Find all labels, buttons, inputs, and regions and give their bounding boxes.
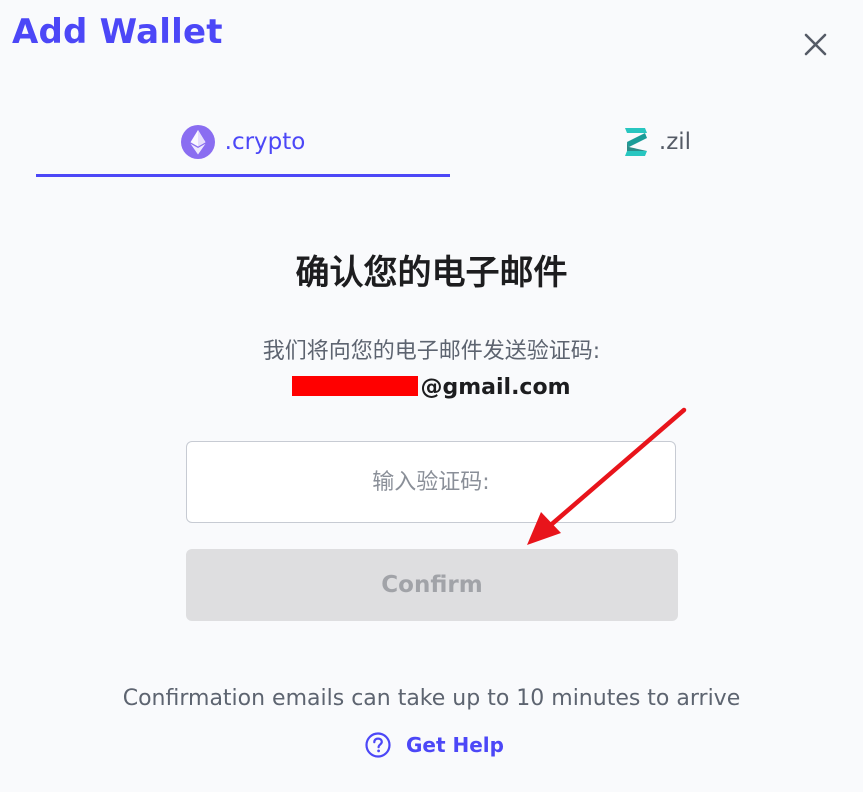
verify-email-heading: 确认您的电子邮件 xyxy=(295,253,568,293)
dialog-title: Add Wallet xyxy=(12,12,223,52)
confirmation-delay-note: Confirmation emails can take up to 10 mi… xyxy=(122,686,741,711)
verification-code-input[interactable] xyxy=(186,441,676,523)
add-wallet-dialog: Add Wallet .crypto .zil 确认您的电子邮件 我们将向您的电… xyxy=(0,0,863,792)
tab-crypto-label: .crypto xyxy=(224,129,306,155)
close-icon xyxy=(804,33,827,56)
email-redaction xyxy=(292,376,419,396)
tab-crypto[interactable]: .crypto xyxy=(36,110,450,174)
get-help-link[interactable]: Get Help xyxy=(364,728,504,762)
wallet-type-tabs: .crypto .zil xyxy=(36,110,836,178)
confirm-button[interactable]: Confirm xyxy=(186,549,678,621)
email-domain: @gmail.com xyxy=(420,375,571,400)
tab-zil-label: .zil xyxy=(658,129,692,155)
active-tab-indicator xyxy=(36,174,450,177)
close-button[interactable] xyxy=(800,28,832,60)
verify-email-subtext: 我们将向您的电子邮件发送验证码: xyxy=(262,339,601,364)
tab-zil[interactable]: .zil xyxy=(450,110,863,174)
zilliqa-icon xyxy=(624,128,647,156)
get-help-label: Get Help xyxy=(406,733,504,757)
question-circle-icon xyxy=(365,732,391,758)
ethereum-icon xyxy=(180,125,215,159)
email-address: @gmail.com xyxy=(0,372,863,404)
